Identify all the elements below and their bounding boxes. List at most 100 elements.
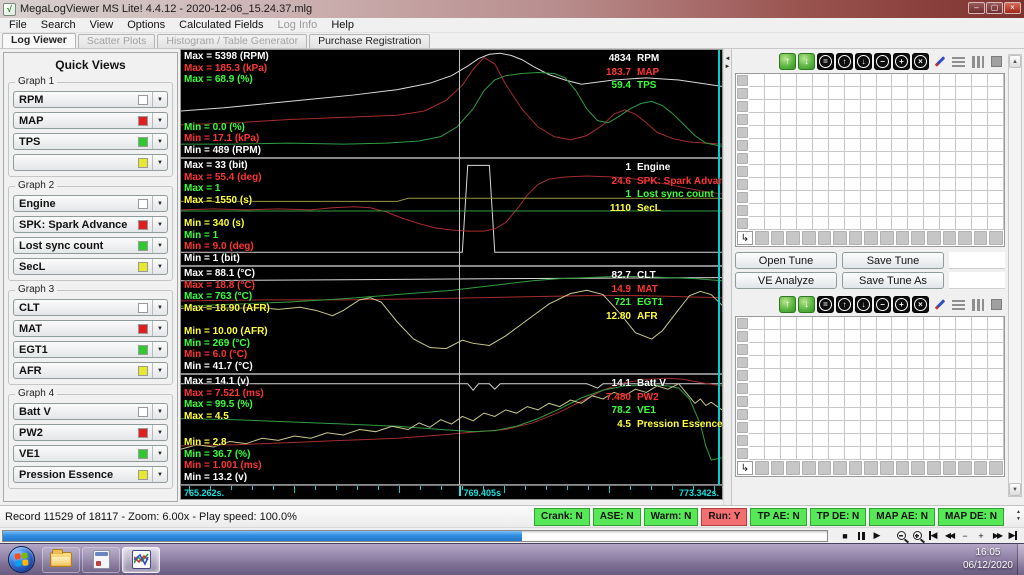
- table-cell[interactable]: [797, 74, 813, 87]
- table-cell[interactable]: [829, 382, 845, 395]
- table-cell[interactable]: [829, 178, 845, 191]
- table-cell[interactable]: [829, 434, 845, 447]
- table-cell[interactable]: [861, 356, 877, 369]
- table-cell[interactable]: [813, 356, 829, 369]
- table-cell[interactable]: [749, 165, 765, 178]
- table-cell[interactable]: [813, 191, 829, 204]
- table-cell[interactable]: [845, 100, 861, 113]
- table-cell[interactable]: [877, 113, 893, 126]
- column-header[interactable]: [989, 461, 1003, 475]
- table-cell[interactable]: [892, 447, 908, 460]
- table-cell[interactable]: [877, 421, 893, 434]
- table-cell[interactable]: [972, 434, 988, 447]
- table-cell[interactable]: [781, 74, 797, 87]
- table-cell[interactable]: [829, 369, 845, 382]
- table-cell[interactable]: [765, 100, 781, 113]
- table-cell[interactable]: [797, 178, 813, 191]
- table-cell[interactable]: [908, 343, 924, 356]
- menu-view[interactable]: View: [83, 19, 121, 31]
- chevron-down-icon[interactable]: ▼: [152, 342, 167, 357]
- table-cell[interactable]: [924, 74, 940, 87]
- chevron-down-icon[interactable]: ▼: [152, 404, 167, 419]
- chevron-down-icon[interactable]: ▼: [152, 446, 167, 461]
- table-cell[interactable]: [908, 139, 924, 152]
- table-cell[interactable]: [829, 204, 845, 217]
- taskbar-app-button[interactable]: [82, 547, 120, 573]
- table-cell[interactable]: [765, 191, 781, 204]
- table-cell[interactable]: [956, 178, 972, 191]
- table-cell[interactable]: [861, 178, 877, 191]
- table-cell[interactable]: [908, 447, 924, 460]
- table-cell[interactable]: [781, 152, 797, 165]
- table-cell[interactable]: [861, 217, 877, 230]
- table-cell[interactable]: [765, 178, 781, 191]
- table-cell[interactable]: [765, 356, 781, 369]
- playback-cursor-line[interactable]: [459, 50, 460, 485]
- table-cell[interactable]: [972, 330, 988, 343]
- table-cell[interactable]: [940, 421, 956, 434]
- table-cell[interactable]: [845, 421, 861, 434]
- table-cell[interactable]: [797, 408, 813, 421]
- table-cell[interactable]: [749, 369, 765, 382]
- table-cell[interactable]: [956, 191, 972, 204]
- table-cell[interactable]: [781, 343, 797, 356]
- table-cell[interactable]: [956, 434, 972, 447]
- row-header[interactable]: [737, 344, 748, 355]
- table-cell[interactable]: [877, 100, 893, 113]
- table-cell[interactable]: [940, 395, 956, 408]
- table-cell[interactable]: [845, 382, 861, 395]
- minus-icon[interactable]: −: [874, 53, 891, 70]
- chevron-down-icon[interactable]: ▼: [152, 321, 167, 336]
- table-cell[interactable]: [892, 139, 908, 152]
- step-forward-button[interactable]: +: [973, 529, 989, 543]
- table-cell[interactable]: [749, 356, 765, 369]
- field-selector-batt-v[interactable]: Batt V▼: [13, 403, 168, 420]
- column-header[interactable]: [849, 461, 863, 475]
- table-cell[interactable]: [749, 408, 765, 421]
- table-cell[interactable]: [781, 178, 797, 191]
- chevron-down-icon[interactable]: ▼: [152, 425, 167, 440]
- table-cell[interactable]: [988, 330, 1004, 343]
- table-cell[interactable]: [861, 330, 877, 343]
- table-cell[interactable]: [988, 204, 1004, 217]
- table-cell[interactable]: [972, 408, 988, 421]
- table-cell[interactable]: [813, 447, 829, 460]
- table-cell[interactable]: [892, 178, 908, 191]
- row-header[interactable]: [737, 331, 748, 342]
- table-cell[interactable]: [845, 434, 861, 447]
- fill-view-icon[interactable]: [988, 53, 1005, 70]
- table-cell[interactable]: [988, 152, 1004, 165]
- table-cell[interactable]: [940, 165, 956, 178]
- rows-view-icon[interactable]: [950, 53, 967, 70]
- field-selector-lost-sync-count[interactable]: Lost sync count▼: [13, 237, 168, 254]
- table-cell[interactable]: [813, 434, 829, 447]
- table-cell[interactable]: [861, 165, 877, 178]
- table-cell[interactable]: [924, 178, 940, 191]
- row-header[interactable]: [737, 422, 748, 433]
- column-header[interactable]: [849, 231, 863, 245]
- table-cell[interactable]: [988, 165, 1004, 178]
- table-cell[interactable]: [781, 87, 797, 100]
- columns-view-icon[interactable]: [969, 296, 986, 313]
- row-header[interactable]: [737, 192, 748, 203]
- system-clock[interactable]: 16:05 06/12/2020: [963, 546, 1013, 572]
- table-cell[interactable]: [972, 74, 988, 87]
- table-cell[interactable]: [813, 317, 829, 330]
- table-cell[interactable]: [877, 74, 893, 87]
- table-cell[interactable]: [988, 100, 1004, 113]
- table-cell[interactable]: [908, 113, 924, 126]
- table-cell[interactable]: [813, 343, 829, 356]
- field-selector-empty[interactable]: ▼: [13, 154, 168, 171]
- column-header[interactable]: [880, 231, 894, 245]
- row-header[interactable]: [737, 166, 748, 177]
- table-cell[interactable]: [924, 434, 940, 447]
- zoom-in-button[interactable]: [909, 529, 925, 543]
- table-cell[interactable]: [892, 395, 908, 408]
- table-cell[interactable]: [956, 369, 972, 382]
- table-cell[interactable]: [972, 317, 988, 330]
- table-cell[interactable]: [972, 191, 988, 204]
- column-header[interactable]: [927, 461, 941, 475]
- column-header[interactable]: [802, 461, 816, 475]
- column-header[interactable]: [755, 231, 769, 245]
- table-cell[interactable]: [877, 447, 893, 460]
